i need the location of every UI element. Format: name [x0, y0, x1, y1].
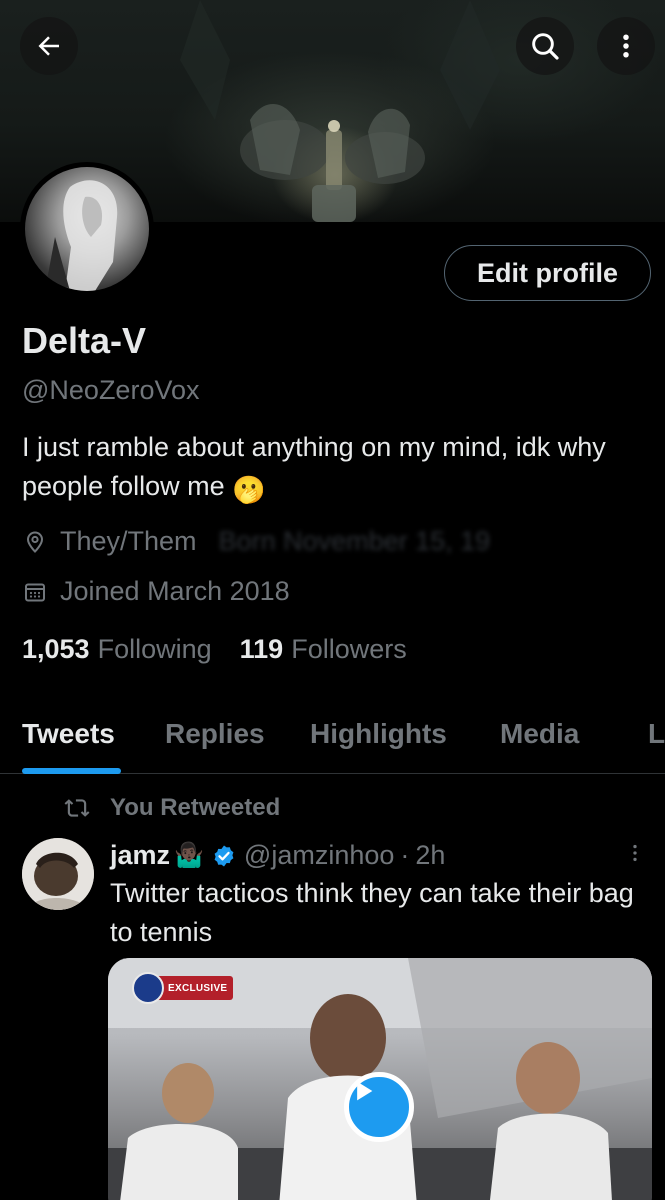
- joined-text: Joined March 2018: [60, 576, 290, 606]
- follow-stats: 1,053 Following 119 Followers: [22, 634, 407, 665]
- followers-label: Followers: [291, 634, 407, 664]
- more-vertical-icon: [623, 34, 629, 58]
- tab-likes[interactable]: L: [648, 718, 665, 750]
- joined-row: Joined March 2018: [22, 576, 290, 607]
- search-button[interactable]: [516, 17, 574, 75]
- location-pin-icon: [22, 529, 48, 555]
- tab-media[interactable]: Media: [500, 718, 579, 750]
- verified-badge-icon: [214, 845, 234, 866]
- arrow-left-icon: [38, 36, 59, 56]
- profile-bio: I just ramble about anything on my mind,…: [22, 428, 642, 510]
- birthday-obscured: Born November 15, 19: [218, 526, 491, 556]
- tweet-separator: ·: [400, 840, 410, 870]
- following-link[interactable]: 1,053 Following: [22, 634, 212, 665]
- avatar-image: [25, 167, 149, 291]
- exclusive-badge-text: EXCLUSIVE: [168, 982, 228, 994]
- calendar-icon: [22, 579, 48, 605]
- bio-text: I just ramble about anything on my mind,…: [22, 432, 606, 501]
- tweet-author-handle[interactable]: @jamzinhoo: [244, 840, 394, 871]
- tweet-author-avatar[interactable]: [22, 838, 94, 910]
- play-icon: [357, 1081, 373, 1101]
- video-play-button[interactable]: [344, 1072, 414, 1142]
- followers-link[interactable]: 119 Followers: [240, 634, 407, 665]
- retweet-icon: [62, 793, 92, 823]
- following-count: 1,053: [22, 634, 90, 664]
- tweet-timestamp[interactable]: 2h: [415, 840, 445, 871]
- display-name: Delta-V: [22, 320, 147, 361]
- edit-profile-button[interactable]: Edit profile: [444, 245, 651, 301]
- tab-tweets[interactable]: Tweets: [22, 718, 115, 750]
- following-label: Following: [97, 634, 212, 664]
- active-tab-indicator: [22, 768, 121, 774]
- search-icon: [532, 33, 559, 60]
- tweet-more-button[interactable]: [620, 838, 650, 868]
- club-crest-icon: [132, 972, 164, 1004]
- bio-emoji: 🫢: [232, 475, 266, 505]
- retweet-context: You Retweeted: [62, 793, 280, 823]
- tweet-text: Twitter tacticos think they can take the…: [110, 878, 634, 947]
- tab-replies[interactable]: Replies: [165, 718, 265, 750]
- profile-avatar[interactable]: [20, 162, 154, 296]
- tweet-header: jamz 🤷🏿‍♂️ @jamzinhoo · 2h: [110, 840, 445, 871]
- more-vertical-icon: [633, 844, 637, 862]
- profile-tabs: Tweets Replies Highlights Media L: [0, 700, 665, 774]
- pronouns-row: They/Them Born November 15, 19: [22, 526, 490, 557]
- tweet-video-thumbnail[interactable]: EXCLUSIVE: [108, 958, 652, 1200]
- back-button[interactable]: [20, 17, 78, 75]
- retweet-label: You Retweeted: [110, 794, 281, 821]
- tweet-author-name[interactable]: jamz: [110, 840, 170, 871]
- tweet-author-emoji: 🤷🏿‍♂️: [174, 842, 204, 869]
- pronouns-text: They/Them: [60, 526, 197, 556]
- more-options-button[interactable]: [597, 17, 655, 75]
- followers-count: 119: [239, 634, 284, 664]
- profile-handle: @NeoZeroVox: [22, 375, 200, 405]
- tab-highlights[interactable]: Highlights: [310, 718, 447, 750]
- exclusive-badge: EXCLUSIVE: [132, 972, 234, 1004]
